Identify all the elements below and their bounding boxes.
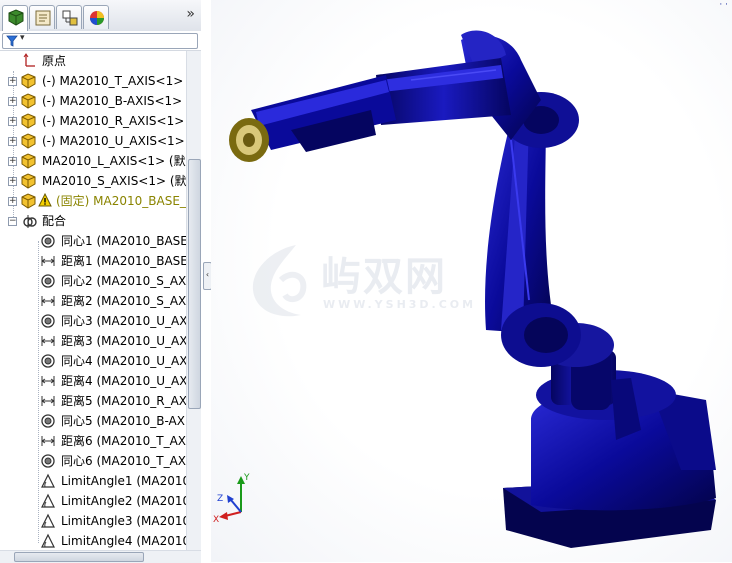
distance-mate-icon (41, 296, 55, 306)
robot-arm-model[interactable] (211, 0, 732, 562)
component-label: (-) MA2010_B-AXIS<1> (默 (42, 94, 186, 108)
expand-toggle[interactable]: + (8, 117, 17, 126)
collapse-toggle[interactable]: − (8, 217, 17, 226)
concentric-mate-icon (41, 354, 55, 368)
tab-appearance[interactable] (83, 5, 109, 29)
part-icon (21, 73, 36, 89)
part-icon (21, 173, 36, 189)
tab-propertymanager[interactable] (29, 5, 55, 29)
expand-toggle[interactable]: + (8, 177, 17, 186)
part-icon (21, 113, 36, 129)
scrollbar-thumb[interactable] (188, 159, 201, 409)
limit-angle-mate-icon (41, 513, 55, 528)
distance-mate-icon (41, 256, 55, 266)
distance-mate-icon (41, 336, 55, 346)
mate-label: 距离6 (MA2010_T_AXI (61, 434, 186, 448)
triad-y-label: Y (243, 473, 250, 483)
component-label: (固定) MA2010_BASE_AXIS (56, 194, 186, 208)
mate-label: 距离3 (MA2010_U_AXI (61, 334, 186, 348)
expand-toggle[interactable]: + (8, 77, 17, 86)
mate-label: 同心3 (MA2010_U_AXI (61, 314, 186, 328)
limit-angle-mate-icon (41, 533, 55, 548)
configurationmanager-icon (62, 10, 78, 26)
component-label: (-) MA2010_R_AXIS<1> (默 (42, 114, 186, 128)
chevron-down-icon[interactable]: ▾ (20, 33, 25, 43)
scrollbar-thumb[interactable] (14, 552, 144, 562)
distance-mate-icon (41, 436, 55, 446)
triad-x-label: X (213, 515, 219, 525)
appearance-icon (90, 11, 104, 25)
distance-mate-icon (41, 376, 55, 386)
feature-tree: 原点 + (-) MA2010_T_AXIS<1> (默 + (-) MA2010_B… (0, 51, 186, 551)
component-label: (-) MA2010_U_AXIS<1> (默 (42, 134, 186, 148)
limit-angle-mate-icon (41, 473, 55, 488)
mate-label: 同心4 (MA2010_U_AXI (61, 354, 186, 368)
expand-toggle[interactable]: + (8, 197, 17, 206)
filter-bar: ▾ (0, 31, 201, 51)
tab-configurationmanager[interactable] (56, 5, 82, 29)
part-icon (21, 193, 36, 209)
concentric-mate-icon (41, 414, 55, 428)
propertymanager-icon (35, 10, 51, 26)
expand-toggle[interactable]: + (8, 97, 17, 106)
mate-label: 距离4 (MA2010_U_AXI (61, 374, 186, 388)
limit-angle-mate-icon (41, 493, 55, 508)
concentric-mate-icon (41, 454, 55, 468)
filter-input[interactable]: ▾ (2, 33, 198, 49)
component-label: MA2010_L_AXIS<1> (默认 (42, 154, 186, 168)
graphics-area[interactable]: · · 屿双网 WWW.YSH3D.COM Y Z X (211, 0, 732, 562)
tree-guide-line (38, 241, 39, 543)
mate-label: 同心5 (MA2010_B-AXI (61, 414, 186, 428)
part-icon (21, 93, 36, 109)
mate-label: LimitAngle2 (MA2010_ (61, 494, 186, 508)
mate-label: 同心2 (MA2010_S_AXI (61, 274, 186, 288)
part-icon (21, 153, 36, 169)
origin-label: 原点 (42, 54, 67, 68)
mate-label: 距离2 (MA2010_S_AXI (61, 294, 186, 308)
expand-toggle[interactable]: + (8, 157, 17, 166)
more-tabs-button[interactable]: » (186, 6, 195, 22)
mate-label: 同心1 (MA2010_BASE_ (61, 234, 186, 248)
mates-folder-icon (23, 215, 37, 228)
feature-manager-panel: » ▾ 原点 + (-) MA2010_T_AXIS<1> (默 + (-) MA20… (0, 0, 202, 563)
tree-horizontal-scrollbar[interactable] (0, 550, 201, 563)
tab-featuremanager[interactable] (2, 5, 28, 31)
expand-toggle[interactable]: + (8, 137, 17, 146)
part-icon (21, 133, 36, 149)
view-orientation-triad: Y Z X (213, 473, 250, 525)
filter-icon (6, 35, 18, 47)
triad-z-label: Z (217, 494, 223, 504)
featuremanager-icon (8, 9, 24, 26)
mate-label: 距离5 (MA2010_R_AXI (61, 394, 186, 408)
origin-icon (23, 53, 35, 67)
concentric-mate-icon (41, 234, 55, 248)
panel-tab-bar: » (0, 0, 201, 32)
tree-vertical-scrollbar[interactable] (186, 51, 202, 550)
concentric-mate-icon (41, 314, 55, 328)
mate-label: 距离1 (MA2010_BASE_ (61, 254, 186, 268)
component-label: MA2010_S_AXIS<1> (默认 (42, 174, 186, 188)
mates-folder-label: 配合 (42, 214, 67, 228)
warning-icon (38, 193, 52, 207)
mate-label: LimitAngle1 (MA2010_ (61, 474, 186, 488)
mate-label: 同心6 (MA2010_T_AXI (61, 454, 186, 468)
concentric-mate-icon (41, 274, 55, 288)
component-label: (-) MA2010_T_AXIS<1> (默 (42, 74, 186, 88)
distance-mate-icon (41, 396, 55, 406)
mate-label: LimitAngle3 (MA2010_ (61, 514, 186, 528)
mate-label: LimitAngle4 (MA2010_ (61, 534, 186, 548)
